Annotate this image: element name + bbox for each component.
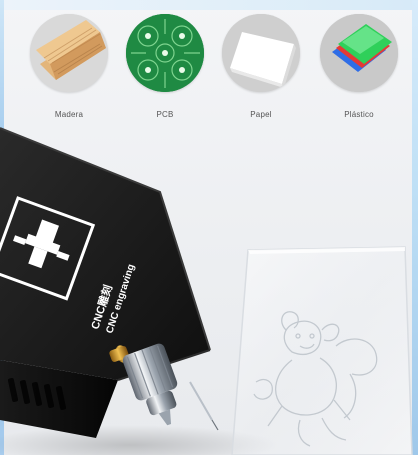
product-image: Madera PCB Papel Plástico CNC雕刻 CNC engr… — [0, 0, 418, 455]
pcb-icon — [126, 14, 204, 92]
material-label: Papel — [250, 110, 272, 119]
plastic-icon — [320, 14, 398, 92]
material-label: PCB — [156, 110, 174, 119]
materials-row: Madera PCB Papel Plástico — [0, 14, 418, 134]
material-papel: Papel — [216, 14, 306, 119]
material-label: Madera — [54, 110, 84, 119]
material-pcb: PCB — [120, 14, 210, 119]
top-frame-accent — [0, 0, 418, 10]
paper-icon — [222, 14, 300, 92]
cnc-engraving-device: CNC雕刻 CNC engraving — [0, 127, 219, 438]
product-scene: CNC雕刻 CNC engraving — [0, 120, 418, 455]
material-plastico: Plástico — [314, 14, 404, 119]
wood-icon — [30, 14, 108, 92]
material-label: Plástico — [344, 110, 374, 119]
material-madera: Madera — [24, 14, 114, 119]
